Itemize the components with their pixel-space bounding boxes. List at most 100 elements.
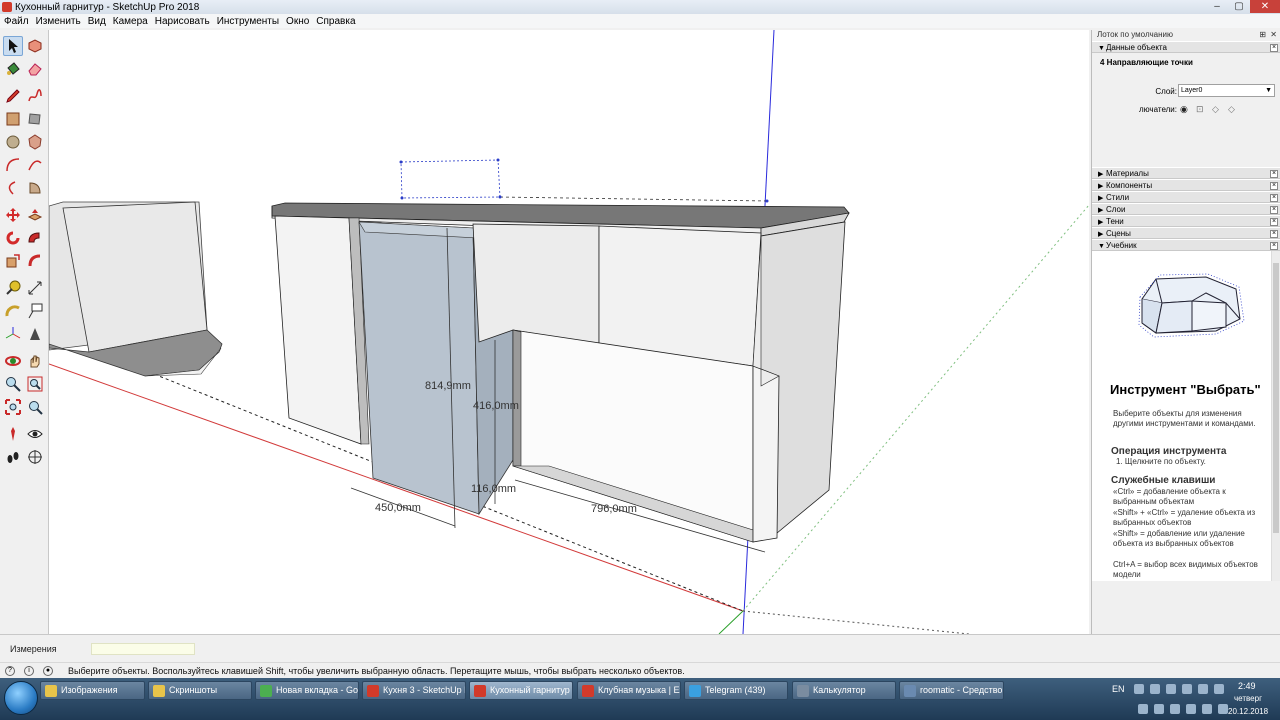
rectangle-icon[interactable] (3, 109, 23, 129)
pin-icon[interactable]: ⊞ (1259, 30, 1266, 40)
panel-styles[interactable]: ▶ Стили × (1092, 191, 1280, 203)
clock-time[interactable]: 2:49 (1238, 681, 1256, 691)
close-icon[interactable]: × (1270, 182, 1278, 190)
model-view[interactable] (49, 30, 1089, 634)
zoom-icon[interactable] (3, 374, 23, 394)
menu-window[interactable]: Окно (286, 16, 309, 27)
panel-materials[interactable]: ▶ Материалы × (1092, 167, 1280, 179)
measurements-input[interactable] (91, 643, 195, 655)
paint-bucket-icon[interactable] (3, 59, 23, 79)
close-icon[interactable]: × (1270, 230, 1278, 238)
geo-location-icon[interactable]: ? (5, 666, 15, 676)
task-calculator[interactable]: Калькулятор (792, 681, 896, 700)
panel-components[interactable]: ▶ Компоненты × (1092, 179, 1280, 191)
settings-icon[interactable] (1166, 684, 1176, 694)
tape-measure-icon[interactable] (3, 278, 23, 298)
dimension-icon[interactable] (25, 278, 45, 298)
lock-icon[interactable]: ⊡ (1196, 104, 1206, 114)
menu-file[interactable]: Файл (4, 16, 29, 27)
entity-info-header[interactable]: ▼Данные объекта × (1092, 41, 1280, 53)
panel-scenes[interactable]: ▶ Сцены × (1092, 227, 1280, 239)
two-point-arc-icon[interactable] (25, 155, 45, 175)
pencil-icon[interactable] (3, 86, 23, 106)
task-sketchup-active[interactable]: Кухонный гарнитур ... (469, 681, 573, 700)
freehand-icon[interactable] (25, 86, 45, 106)
panel-instructor[interactable]: ▼Учебник × (1092, 239, 1280, 251)
circle-icon[interactable] (3, 132, 23, 152)
scroll-thumb[interactable] (1273, 263, 1279, 533)
3d-text-icon[interactable] (25, 324, 45, 344)
protractor-icon[interactable] (3, 301, 23, 321)
credits-icon[interactable]: i (24, 666, 34, 676)
eye-icon[interactable]: ◉ (1180, 104, 1190, 114)
panel-shadows[interactable]: ▶ Тени × (1092, 215, 1280, 227)
close-icon[interactable]: × (1270, 44, 1278, 52)
task-telegram[interactable]: Telegram (439) (684, 681, 788, 700)
language-indicator[interactable]: EN (1112, 684, 1125, 694)
task-images[interactable]: Изображения (40, 681, 145, 700)
three-point-arc-icon[interactable] (3, 178, 23, 198)
tray-icon[interactable] (1138, 704, 1148, 714)
scale-icon[interactable] (3, 251, 23, 271)
volume-icon[interactable] (1198, 684, 1208, 694)
previous-view-icon[interactable] (25, 397, 45, 417)
rotate-icon[interactable] (3, 228, 23, 248)
task-chrome[interactable]: Новая вкладка - Go... (255, 681, 359, 700)
start-button[interactable] (4, 681, 38, 715)
tray-icon[interactable] (1170, 704, 1180, 714)
menu-camera[interactable]: Камера (113, 16, 148, 27)
task-music[interactable]: Клубная музыка | Ех... (577, 681, 681, 700)
instructor-scrollbar[interactable] (1271, 251, 1280, 581)
task-roomatic[interactable]: roomatic - Средство... (899, 681, 1004, 700)
walk-icon[interactable] (3, 447, 23, 467)
close-icon[interactable]: × (1270, 206, 1278, 214)
menu-draw[interactable]: Нарисовать (155, 16, 210, 27)
follow-me-icon[interactable] (25, 228, 45, 248)
menu-edit[interactable]: Изменить (36, 16, 81, 27)
menu-help[interactable]: Справка (316, 16, 355, 27)
task-screenshots[interactable]: Скриншоты (148, 681, 252, 700)
menu-tools[interactable]: Инструменты (217, 16, 279, 27)
panel-layers[interactable]: ▶ Слои × (1092, 203, 1280, 215)
select-icon[interactable] (3, 36, 23, 56)
network-icon[interactable] (1134, 684, 1144, 694)
orbit-icon[interactable] (3, 351, 23, 371)
tray-icon[interactable] (1186, 704, 1196, 714)
eraser-icon[interactable] (25, 59, 45, 79)
user-icon[interactable]: ● (43, 666, 53, 676)
tray-icon[interactable] (1218, 704, 1228, 714)
close-button[interactable]: ✕ (1250, 0, 1280, 13)
text-icon[interactable] (25, 301, 45, 321)
zoom-window-icon[interactable] (25, 374, 45, 394)
axes-icon[interactable] (3, 324, 23, 344)
task-sketchup-kitchen3[interactable]: Кухня 3 - SketchUp P... (362, 681, 466, 700)
make-component-icon[interactable] (25, 36, 45, 56)
position-camera-icon[interactable] (3, 424, 23, 444)
zoom-extents-icon[interactable] (3, 397, 23, 417)
maximize-button[interactable]: ▢ (1228, 0, 1250, 13)
flag-icon[interactable] (1150, 684, 1160, 694)
minimize-button[interactable]: – (1206, 0, 1228, 13)
close-icon[interactable]: × (1270, 194, 1278, 202)
menu-view[interactable]: Вид (88, 16, 106, 27)
look-around-icon[interactable] (25, 424, 45, 444)
push-pull-icon[interactable] (25, 205, 45, 225)
layer-select[interactable]: Layer0 ▼ (1178, 84, 1275, 97)
close-icon[interactable]: × (1270, 242, 1278, 250)
close-icon[interactable]: ✕ (1270, 30, 1277, 40)
tray-icon[interactable] (1202, 704, 1212, 714)
tray-icon[interactable] (1154, 704, 1164, 714)
offset-icon[interactable] (25, 251, 45, 271)
arc-icon[interactable] (3, 155, 23, 175)
cast-shadow-icon[interactable]: ◇ (1212, 104, 1222, 114)
close-icon[interactable]: × (1270, 218, 1278, 226)
close-icon[interactable]: × (1270, 170, 1278, 178)
pie-icon[interactable] (25, 178, 45, 198)
app-tray-icon[interactable] (1182, 684, 1192, 694)
section-plane-icon[interactable] (25, 447, 45, 467)
move-icon[interactable] (3, 205, 23, 225)
pan-icon[interactable] (25, 351, 45, 371)
receive-shadow-icon[interactable]: ◇ (1228, 104, 1238, 114)
rotated-rectangle-icon[interactable] (25, 109, 45, 129)
drawing-area[interactable]: 814,9mm 416,0mm 116,0mm 450,0mm 796,0mm (49, 30, 1089, 634)
